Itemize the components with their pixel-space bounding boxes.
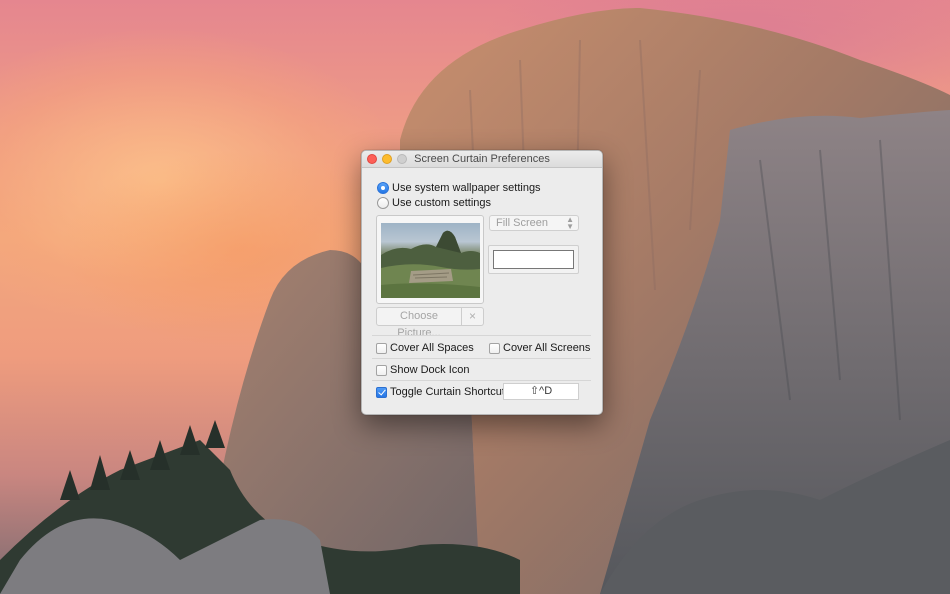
radio-custom-settings-label: Use custom settings: [392, 197, 492, 209]
wallpaper-preview-image: [381, 223, 480, 298]
fill-mode-select[interactable]: Fill Screen ▲ ▼: [489, 215, 579, 231]
divider: [372, 358, 591, 359]
toggle-shortcut-checkbox[interactable]: [376, 386, 387, 398]
radio-custom-settings[interactable]: Use custom settings: [377, 196, 491, 210]
show-dock-icon-label: Show Dock Icon: [390, 364, 470, 376]
picture-well[interactable]: [376, 215, 484, 304]
cover-all-spaces-label: Cover All Spaces: [390, 342, 474, 354]
shortcut-recorder-field[interactable]: ⇧^D: [503, 383, 579, 400]
choose-picture-button[interactable]: Choose Picture...: [376, 307, 462, 339]
radio-button-selected[interactable]: [377, 182, 389, 194]
clear-picture-icon[interactable]: ×: [462, 307, 484, 326]
divider: [372, 380, 591, 381]
cover-all-spaces-checkbox-row[interactable]: Cover All Spaces: [376, 341, 474, 355]
toggle-shortcut-checkbox-row[interactable]: Toggle Curtain Shortcut: [376, 385, 505, 399]
radio-system-wallpaper[interactable]: Use system wallpaper settings: [377, 181, 541, 195]
toggle-shortcut-label: Toggle Curtain Shortcut: [390, 386, 505, 398]
cover-all-screens-label: Cover All Screens: [503, 342, 591, 354]
radio-system-wallpaper-label: Use system wallpaper settings: [392, 182, 541, 194]
divider: [372, 335, 591, 336]
cover-all-screens-checkbox[interactable]: [489, 342, 500, 354]
cover-all-spaces-checkbox[interactable]: [376, 342, 387, 354]
machu-picchu-thumbnail: [381, 230, 480, 298]
show-dock-icon-checkbox[interactable]: [376, 364, 387, 376]
background-color-well[interactable]: [488, 245, 579, 274]
fill-mode-value: Fill Screen: [496, 217, 548, 229]
show-dock-icon-checkbox-row[interactable]: Show Dock Icon: [376, 363, 469, 377]
radio-button[interactable]: [377, 197, 389, 209]
preferences-window: Screen Curtain Preferences Use system wa…: [361, 150, 603, 415]
title-bar[interactable]: Screen Curtain Preferences: [362, 151, 602, 168]
window-title: Screen Curtain Preferences: [414, 153, 550, 165]
cover-all-screens-checkbox-row[interactable]: Cover All Screens: [489, 341, 590, 355]
color-swatch: [493, 250, 574, 269]
chevron-updown-icon: ▲ ▼: [566, 215, 574, 231]
